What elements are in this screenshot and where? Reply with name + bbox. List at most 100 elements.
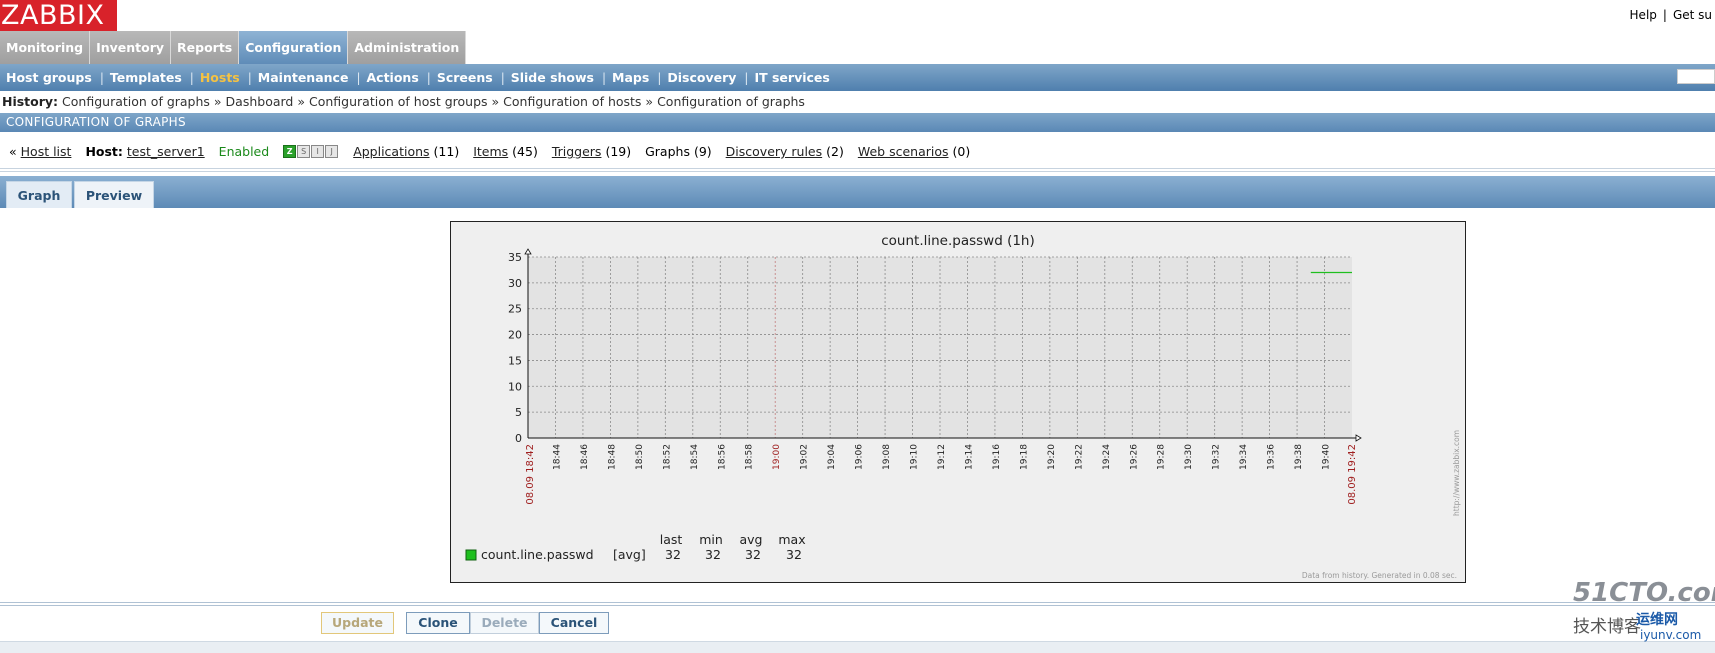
graphs-count: (9) <box>693 144 712 159</box>
tab-graph[interactable]: Graph <box>6 181 72 208</box>
y-tick-label: 15 <box>508 354 522 367</box>
x-tick-label: 18:46 <box>580 444 590 470</box>
sub-menu-it-services[interactable]: IT services <box>748 70 837 85</box>
x-tick-label: 19:18 <box>1019 444 1029 470</box>
host-label: Host: <box>85 144 123 159</box>
y-axis-arrow-icon <box>524 248 532 255</box>
zabbix-logo[interactable]: ZABBIX <box>0 0 117 31</box>
tab-preview[interactable]: Preview <box>74 181 154 208</box>
update-button[interactable]: Update <box>321 612 394 634</box>
history-label: History: <box>2 94 59 109</box>
history-item[interactable]: Configuration of hosts <box>503 94 641 109</box>
sub-menu-slide-shows[interactable]: Slide shows <box>505 70 602 85</box>
history-separator: » <box>645 94 654 109</box>
x-axis: 18:44 18:46 18:48 18:50 18:52 18:54 18:56 18:58… <box>525 434 1362 505</box>
triggers-link[interactable]: Triggers <box>552 144 602 159</box>
divider <box>0 605 1715 606</box>
x-start-label: 08.09 18:42 <box>525 444 536 505</box>
watermark-tech-blog: 技术博客 <box>1573 617 1641 637</box>
cancel-button[interactable]: Cancel <box>539 612 609 634</box>
x-tick-label: 19:10 <box>910 444 920 470</box>
x-tick-label: 19:22 <box>1074 444 1084 470</box>
y-axis: 0 5 10 15 20 25 30 35 <box>508 248 532 445</box>
x-tick-label: 19:00 <box>772 444 782 470</box>
page-title: CONFIGURATION OF GRAPHS <box>0 113 1715 132</box>
sub-menu-screens[interactable]: Screens <box>431 70 501 85</box>
clone-button[interactable]: Clone <box>406 612 470 634</box>
tabs-bar: Graph Preview <box>0 176 1715 208</box>
history-item[interactable]: Configuration of graphs <box>62 94 210 109</box>
main-menu-inventory[interactable]: Inventory <box>90 31 172 64</box>
history-item[interactable]: Dashboard <box>226 94 294 109</box>
x-tick-label: 19:06 <box>855 444 865 470</box>
legend-func: [avg] <box>613 547 646 562</box>
x-axis-arrow-icon <box>1355 434 1362 442</box>
main-menu-reports[interactable]: Reports <box>171 31 240 64</box>
items-link[interactable]: Items <box>473 144 508 159</box>
x-tick-label: 18:56 <box>717 444 727 470</box>
chart-title: count.line.passwd (1h) <box>881 233 1035 249</box>
y-tick-label: 20 <box>508 329 522 342</box>
delete-button[interactable]: Delete <box>470 612 539 634</box>
web-scenarios-link[interactable]: Web scenarios <box>858 144 949 159</box>
x-tick-label: 19:30 <box>1184 444 1194 470</box>
legend-header-last: last <box>660 532 683 547</box>
main-menu: Monitoring Inventory Reports Configurati… <box>0 31 467 64</box>
chart-footer: Data from history. Generated in 0.08 sec… <box>1302 571 1457 580</box>
x-tick-label: 18:48 <box>607 444 617 470</box>
x-tick-label: 18:52 <box>662 444 672 470</box>
history-item[interactable]: Configuration of host groups <box>309 94 488 109</box>
top-links: Help | Get su <box>1627 8 1715 22</box>
help-link[interactable]: Help <box>1630 8 1657 22</box>
history-separator: » <box>213 94 222 109</box>
y-tick-label: 5 <box>515 406 522 419</box>
legend-header-min: min <box>699 532 723 547</box>
divider <box>0 168 1715 169</box>
x-tick-label: 19:34 <box>1239 444 1249 470</box>
graph-preview: count.line.passwd (1h) 0 5 10 15 20 25 30 35 18… <box>450 221 1466 583</box>
x-tick-label: 19:40 <box>1322 444 1332 470</box>
discovery-rules-link[interactable]: Discovery rules <box>726 144 822 159</box>
sub-menu-maps[interactable]: Maps <box>606 70 657 85</box>
x-tick-label: 19:14 <box>964 444 974 470</box>
x-tick-label: 19:20 <box>1047 444 1057 470</box>
items-count: (45) <box>512 144 538 159</box>
sub-menu-actions[interactable]: Actions <box>360 70 426 85</box>
x-tick-label: 19:24 <box>1102 444 1112 470</box>
y-tick-label: 10 <box>508 380 522 393</box>
host-status[interactable]: Enabled <box>219 144 270 159</box>
x-tick-label: 19:32 <box>1212 444 1222 470</box>
legend-max: 32 <box>786 547 802 562</box>
host-list-link[interactable]: Host list <box>21 144 72 159</box>
main-menu-administration[interactable]: Administration <box>348 31 467 64</box>
y-tick-label: 35 <box>508 251 522 264</box>
sub-menu-hosts[interactable]: Hosts <box>194 70 248 85</box>
x-tick-label: 18:44 <box>552 444 562 470</box>
legend-min: 32 <box>705 547 721 562</box>
legend-series-name: count.line.passwd <box>481 547 594 562</box>
applications-link[interactable]: Applications <box>353 144 429 159</box>
footer-band <box>0 641 1715 653</box>
legend-color-swatch <box>465 549 477 561</box>
get-support-link[interactable]: Get su <box>1673 8 1712 22</box>
host-navigation: « Host list Host: test_server1 Enabled Z… <box>9 144 970 159</box>
snmp-status-icon: S <box>297 145 311 158</box>
sub-menu-templates[interactable]: Templates <box>104 70 190 85</box>
ipmi-status-icon: I <box>311 145 325 158</box>
watermark-yunwei: 运维网 <box>1636 612 1678 628</box>
host-list-prefix: « <box>9 144 17 159</box>
legend-last: 32 <box>665 547 681 562</box>
search-input[interactable] <box>1677 69 1715 84</box>
legend-avg: 32 <box>745 547 761 562</box>
sub-menu-maintenance[interactable]: Maintenance <box>252 70 357 85</box>
sub-menu-host-groups[interactable]: Host groups <box>0 70 100 85</box>
history-item[interactable]: Configuration of graphs <box>657 94 805 109</box>
main-menu-monitoring[interactable]: Monitoring <box>0 31 91 64</box>
main-menu-configuration[interactable]: Configuration <box>239 31 349 64</box>
x-tick-label: 19:02 <box>800 444 810 470</box>
watermark-51cto: 51CTO.com <box>1573 578 1715 608</box>
watermark-iyunv: iyunv.com <box>1640 628 1702 642</box>
divider <box>0 602 1715 603</box>
sub-menu-discovery[interactable]: Discovery <box>661 70 744 85</box>
host-name-link[interactable]: test_server1 <box>127 144 205 159</box>
